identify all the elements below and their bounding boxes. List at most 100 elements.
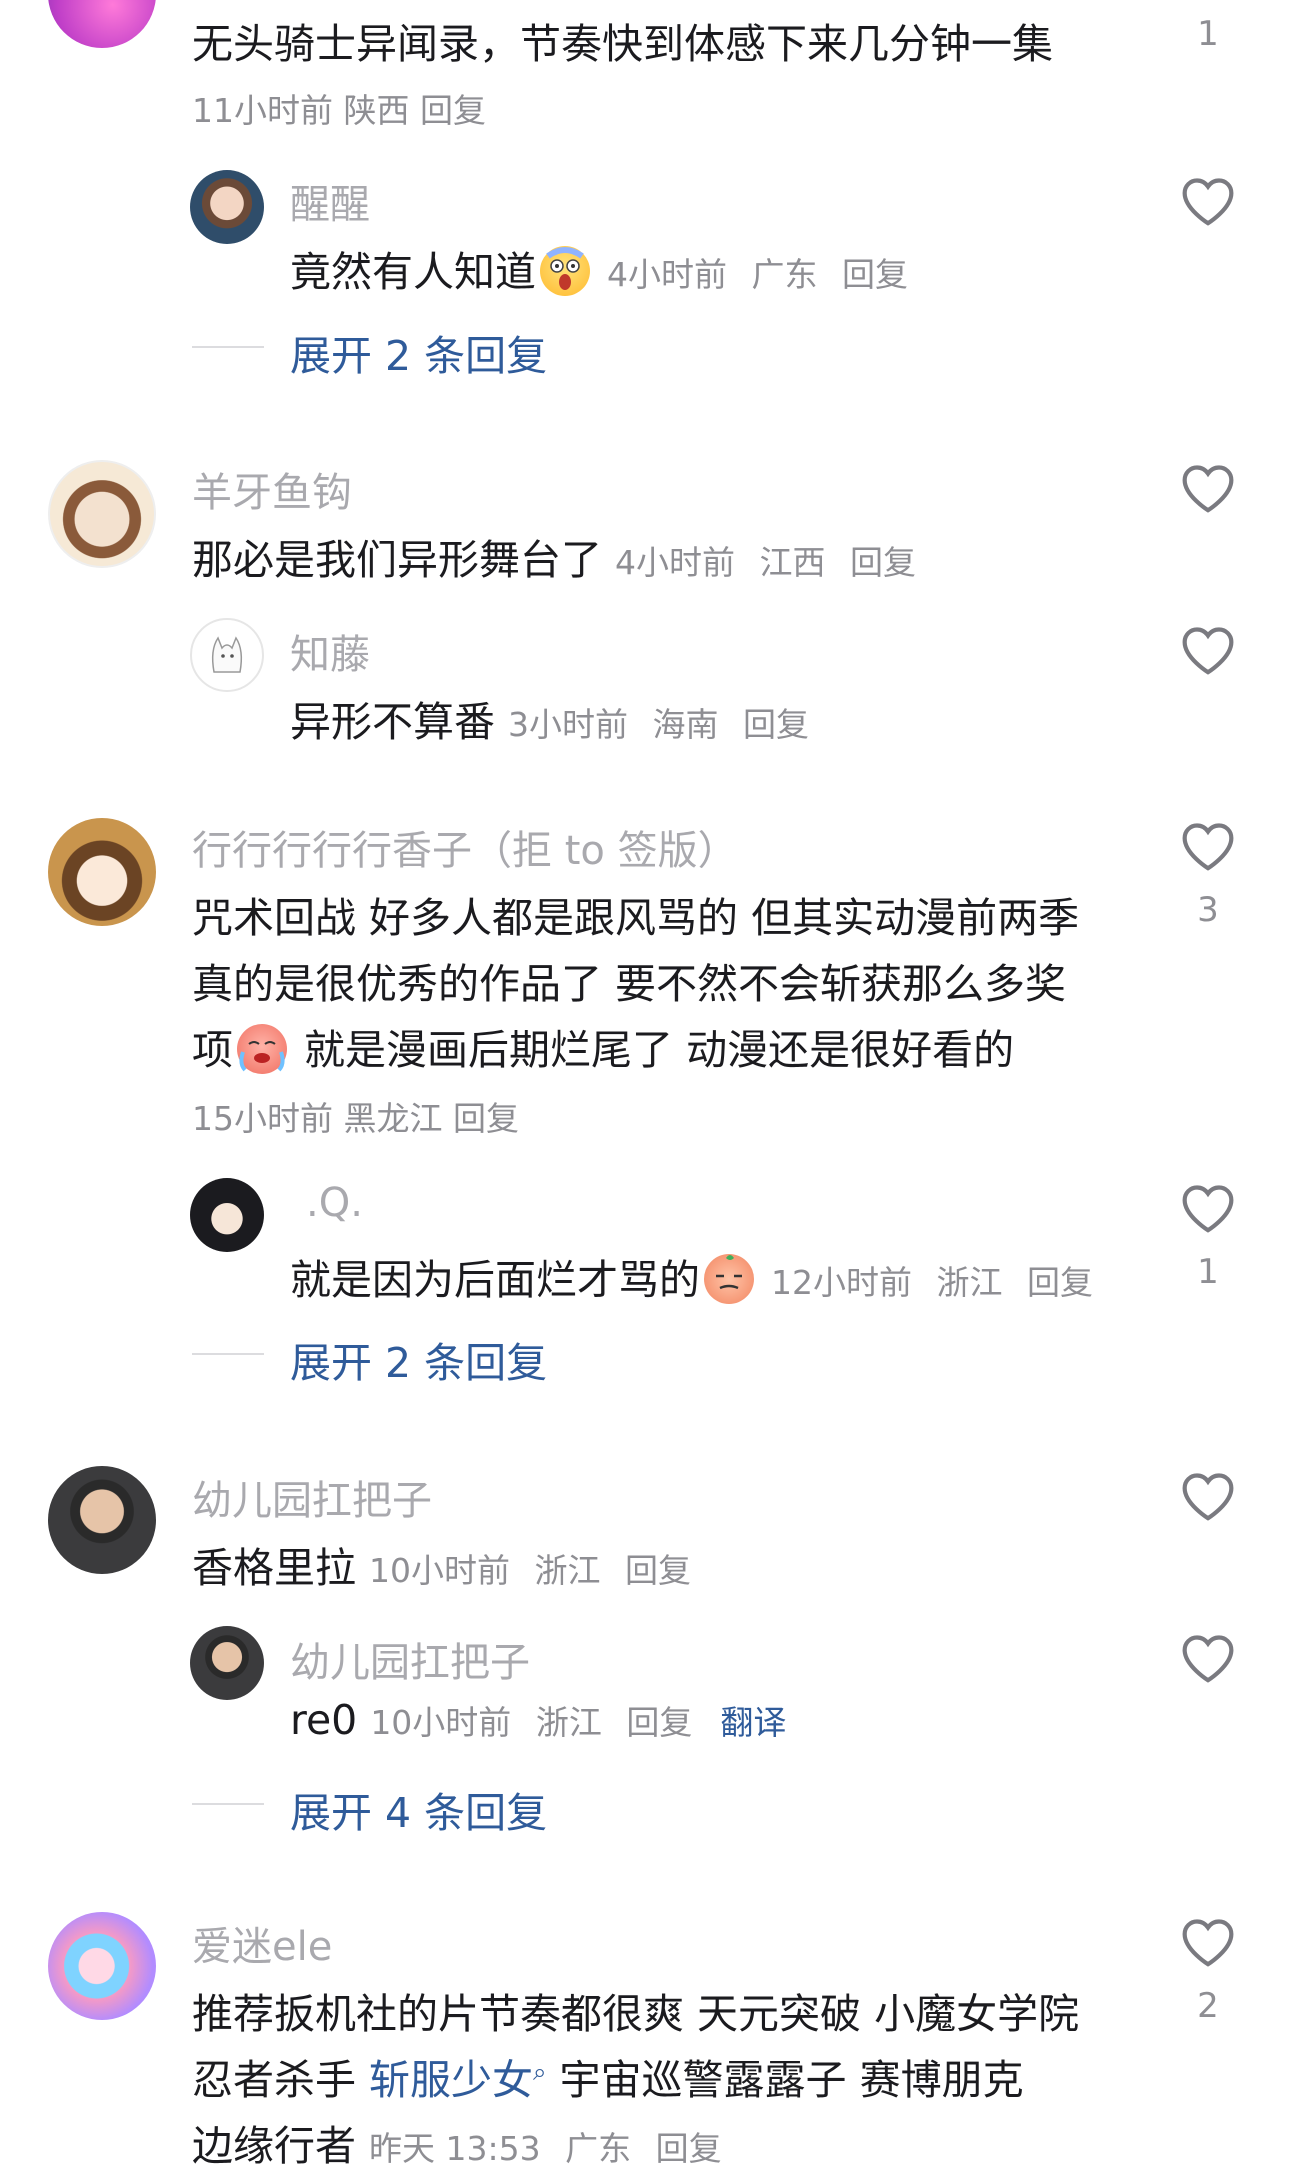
reply-button[interactable]: 回复 xyxy=(453,1099,519,1138)
comment-text-line: 宇宙巡警露露子 赛博朋克 xyxy=(559,2056,1024,2104)
like-heart-icon[interactable] xyxy=(1180,1916,1236,1968)
comment-region: 陕西 xyxy=(343,91,410,130)
expand-divider xyxy=(192,1803,264,1805)
reply-text-row: 异形不算番 3小时前 海南 回复 xyxy=(290,688,823,748)
comment-username[interactable]: 羊牙鱼钩 xyxy=(192,460,352,518)
reply-button[interactable]: 回复 xyxy=(1027,1263,1093,1302)
comment-time: 4小时前 xyxy=(615,543,736,582)
expand-replies-button[interactable]: 展开 2 条回复 xyxy=(290,322,547,382)
reply-button[interactable]: 回复 xyxy=(850,543,916,582)
like-heart-icon[interactable] xyxy=(1180,820,1236,872)
comment-text: 无头骑士异闻录，节奏快到体感下来几分钟一集 xyxy=(192,20,1053,68)
comment-region: 浙江 xyxy=(534,1551,601,1590)
comment-text-line: 就是漫画后期烂尾了 动漫还是很好看的 xyxy=(304,1026,1015,1074)
expand-divider xyxy=(192,1353,264,1355)
comment-text-line: 推荐扳机社的片节奏都很爽 天元突破 小魔女学院 xyxy=(192,1990,1080,2038)
reply-meta: 10小时前 浙江 回复 翻译 xyxy=(370,1703,800,1742)
like-heart-icon[interactable] xyxy=(1180,462,1236,514)
comment-username[interactable]: 行行行行行香子（拒 to 签版） xyxy=(192,818,738,876)
comment-text-row: 那必是我们异形舞台了 4小时前 江西 回复 xyxy=(192,526,930,586)
reply-button[interactable]: 回复 xyxy=(420,91,486,130)
reply-username[interactable]: 知藤 xyxy=(290,622,370,680)
reply-time: 4小时前 xyxy=(607,255,728,294)
comment-text-line: 项 xyxy=(192,1026,233,1074)
reply-time: 3小时前 xyxy=(508,705,629,744)
reply-button[interactable]: 回复 xyxy=(656,2129,722,2168)
reply-text: 竟然有人知道 xyxy=(290,248,536,296)
comment-meta: 10小时前 浙江 回复 xyxy=(369,1551,705,1590)
comment-text-line: 忍者杀手 xyxy=(192,2056,356,2104)
like-heart-icon[interactable] xyxy=(1180,1632,1236,1684)
comment-text-line-row: 忍者杀手 斩服少女⌕ 宇宙巡警露露子 赛博朋克 xyxy=(192,2046,1024,2106)
comment-region: 江西 xyxy=(759,543,826,582)
like-heart-icon[interactable] xyxy=(1180,624,1236,676)
avatar[interactable] xyxy=(48,818,156,926)
expand-replies-button[interactable]: 展开 2 条回复 xyxy=(290,1329,547,1389)
reply-username[interactable]: 醒醒 xyxy=(290,172,370,230)
search-link-text[interactable]: 斩服少女 xyxy=(369,2056,533,2104)
comment-meta: 昨天 13:53 广东 回复 xyxy=(369,2129,736,2168)
search-icon: ⌕ xyxy=(533,2058,547,2086)
reply-text: 异形不算番 xyxy=(290,698,495,746)
comment-text-line-row: 边缘行者 昨天 13:53 广东 回复 xyxy=(192,2112,736,2172)
comment-time: 10小时前 xyxy=(369,1551,511,1590)
avatar[interactable] xyxy=(48,460,156,568)
comment-text: 香格里拉 xyxy=(192,1544,356,1592)
reply-username[interactable]: .Q. xyxy=(306,1180,363,1226)
reply-text: 就是因为后面烂才骂的 xyxy=(290,1256,700,1304)
reply-button[interactable]: 回复 xyxy=(743,705,809,744)
like-count: 1 xyxy=(1197,14,1219,54)
reply-username[interactable]: 幼儿园扛把子 xyxy=(290,1630,530,1688)
comment-username[interactable]: 幼儿园扛把子 xyxy=(192,1468,432,1526)
reply-region: 广东 xyxy=(751,255,818,294)
crying-face-emoji-icon xyxy=(237,1024,287,1074)
reply-region: 浙江 xyxy=(936,1263,1003,1302)
avatar[interactable] xyxy=(48,0,156,48)
reply-time: 12小时前 xyxy=(771,1263,913,1302)
comment-text-line: 真的是很优秀的作品了 要不然不会斩获那么多奖 xyxy=(192,960,1067,1008)
comment-meta: 11小时前 陕西 回复 xyxy=(192,84,486,132)
comment-text: 那必是我们异形舞台了 xyxy=(192,536,602,584)
reply-meta: 12小时前 浙江 回复 xyxy=(771,1263,1107,1302)
expand-divider xyxy=(192,346,264,348)
avatar[interactable] xyxy=(190,618,264,692)
reply-meta: 4小时前 广东 回复 xyxy=(607,255,922,294)
comment-time: 昨天 13:53 xyxy=(369,2129,541,2168)
reply-button[interactable]: 回复 xyxy=(626,1703,692,1742)
reply-text-row: 竟然有人知道 4小时前 广东 回复 xyxy=(290,238,922,298)
shocked-face-emoji-icon xyxy=(540,246,590,296)
comment-text-line: 边缘行者 xyxy=(192,2122,356,2170)
avatar[interactable] xyxy=(48,1466,156,1574)
search-link[interactable]: 斩服少女⌕ xyxy=(369,2056,546,2104)
reply-meta: 3小时前 海南 回复 xyxy=(508,705,823,744)
comment-region: 黑龙江 xyxy=(343,1099,443,1138)
reply-text-row: 就是因为后面烂才骂的 12小时前 浙江 回复 xyxy=(290,1246,1107,1306)
comment-meta: 4小时前 江西 回复 xyxy=(615,543,930,582)
like-count: 2 xyxy=(1197,1986,1219,2026)
like-heart-icon[interactable] xyxy=(1180,1470,1236,1522)
comment-username[interactable]: 爱迷ele xyxy=(192,1914,332,1972)
reply-region: 浙江 xyxy=(535,1703,602,1742)
avatar[interactable] xyxy=(48,1912,156,2020)
avatar[interactable] xyxy=(190,1626,264,1700)
comment-text-row: 香格里拉 10小时前 浙江 回复 xyxy=(192,1534,705,1594)
reply-text: re0 xyxy=(290,1696,358,1744)
like-count: 3 xyxy=(1197,890,1219,930)
like-count: 1 xyxy=(1197,1252,1219,1292)
comment-text-line: 咒术回战 好多人都是跟风骂的 但其实动漫前两季 xyxy=(192,894,1080,942)
sweating-face-emoji-icon xyxy=(704,1254,754,1304)
reply-region: 海南 xyxy=(652,705,719,744)
comment-time: 15小时前 xyxy=(192,1099,333,1138)
reply-button[interactable]: 回复 xyxy=(625,1551,691,1590)
like-heart-icon[interactable] xyxy=(1180,175,1236,227)
comment-meta: 15小时前 黑龙江 回复 xyxy=(192,1092,519,1140)
avatar[interactable] xyxy=(190,170,264,244)
reply-button[interactable]: 回复 xyxy=(842,255,908,294)
reply-text-row: re0 10小时前 浙江 回复 翻译 xyxy=(290,1696,800,1744)
expand-replies-button[interactable]: 展开 4 条回复 xyxy=(290,1779,547,1839)
translate-button[interactable]: 翻译 xyxy=(720,1703,786,1742)
comment-text-line-row: 项 就是漫画后期烂尾了 动漫还是很好看的 xyxy=(192,1016,1014,1076)
like-heart-icon[interactable] xyxy=(1180,1182,1236,1234)
comment-region: 广东 xyxy=(565,2129,632,2168)
avatar[interactable] xyxy=(190,1178,264,1252)
